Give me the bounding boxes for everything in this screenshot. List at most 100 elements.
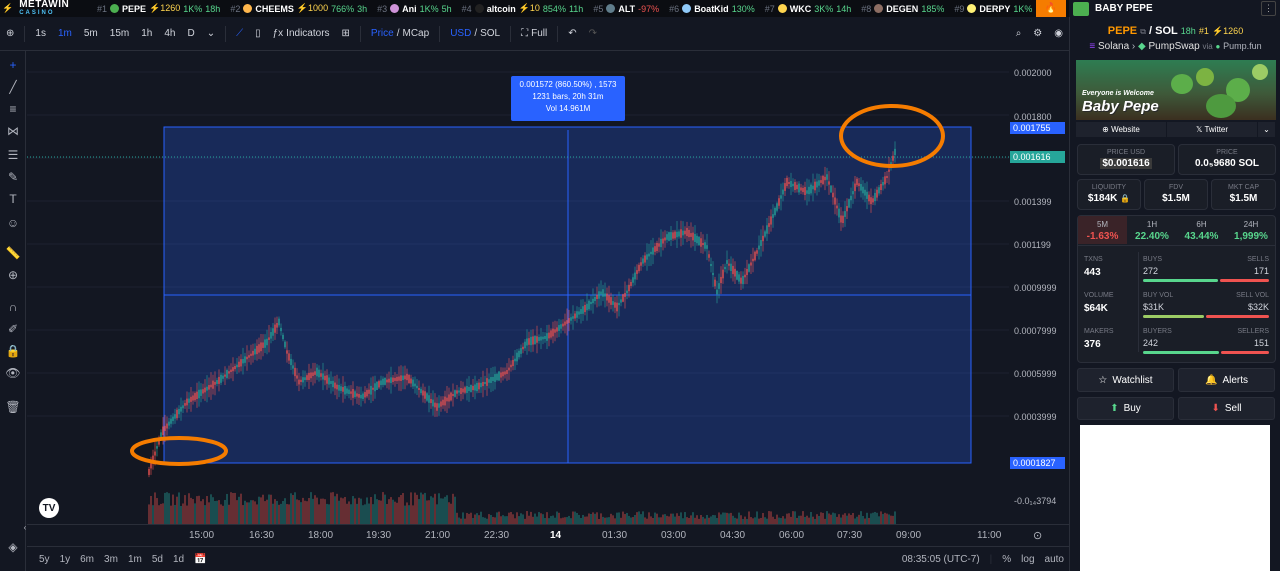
price-chart[interactable]: 0.001572 (860.50%) , 1573 1231 bars, 20h… xyxy=(27,52,1009,524)
gear-icon[interactable]: ⚙ xyxy=(1027,28,1048,39)
volume-bar xyxy=(150,495,152,524)
range-3m[interactable]: 3m xyxy=(99,554,123,565)
tradingview-logo[interactable]: TV xyxy=(39,498,59,518)
fire-icon[interactable]: 🔥 xyxy=(1036,0,1066,17)
timeframe-tab-1h[interactable]: 1H 22.40% xyxy=(1128,216,1177,244)
range-1d[interactable]: 1d xyxy=(168,554,189,565)
goto-realtime-icon[interactable]: ⊙ xyxy=(1033,529,1042,542)
trendline-icon[interactable]: ╱ xyxy=(5,79,21,95)
undo-icon[interactable]: ↶ xyxy=(562,28,582,39)
add-icon[interactable]: ⊕ xyxy=(0,28,20,39)
clock[interactable]: 08:35:05 (UTC-7) xyxy=(897,554,985,565)
auto-toggle[interactable]: auto xyxy=(1040,554,1069,565)
interval-4h[interactable]: 4h xyxy=(158,28,181,39)
dex-name[interactable]: PumpSwap xyxy=(1149,41,1200,52)
ticker-item[interactable]: #7 WKC 3K% 14h xyxy=(760,0,857,17)
candle-body xyxy=(882,181,884,186)
trade-widget[interactable] xyxy=(1080,425,1270,571)
price-axis[interactable]: 0.002000 0.001800 0.001399 0.001199 0.000999… xyxy=(1009,52,1069,524)
usd-option[interactable]: USD xyxy=(450,28,471,39)
menu-icon[interactable]: ⋮ xyxy=(1261,1,1276,16)
emoji-icon[interactable]: ☺ xyxy=(5,215,21,231)
range-1m[interactable]: 1m xyxy=(123,554,147,565)
interval-5m[interactable]: 5m xyxy=(78,28,104,39)
candles-icon[interactable]: ▯ xyxy=(249,28,267,39)
line-chart-icon[interactable]: ⟋ xyxy=(230,28,249,39)
interval-1m[interactable]: 1m xyxy=(52,28,78,39)
interval-15m[interactable]: 15m xyxy=(104,28,135,39)
crosshair-icon[interactable]: + xyxy=(5,57,21,73)
redo-icon[interactable]: ↷ xyxy=(583,28,603,39)
volume-bar xyxy=(438,493,440,524)
layers-icon[interactable]: ◈ xyxy=(5,539,21,555)
candle-body xyxy=(356,393,358,397)
zoom-icon[interactable]: ⊕ xyxy=(5,267,21,283)
ticker-item[interactable]: #1 PEPE ⚡1260 1K% 18h xyxy=(92,0,225,17)
price-option[interactable]: Price xyxy=(371,28,394,39)
lock-icon[interactable]: 🔒 xyxy=(5,343,21,359)
pattern-icon[interactable]: ⋈ xyxy=(5,123,21,139)
trash-icon[interactable]: 🗑 xyxy=(5,399,21,415)
pencil-lock-icon[interactable]: ✐ xyxy=(5,321,21,337)
timeframe-tab-5m[interactable]: 5M -1.63% xyxy=(1078,216,1127,244)
sell-button[interactable]: ⬇ Sell xyxy=(1178,397,1275,420)
watchlist-button[interactable]: ☆ Watchlist xyxy=(1077,368,1174,392)
range-6m[interactable]: 6m xyxy=(75,554,99,565)
ticker-item[interactable]: #9 DERPY 1K% xyxy=(949,0,1037,17)
eye-icon[interactable]: 👁 xyxy=(5,365,21,381)
volume-bar xyxy=(622,511,624,524)
ticker-item[interactable]: #6 BoatKid 130% xyxy=(664,0,760,17)
indicators-button[interactable]: ƒx Indicators xyxy=(267,28,336,39)
candle-body xyxy=(378,381,380,388)
log-toggle[interactable]: log xyxy=(1016,554,1039,565)
website-button[interactable]: ⊕ Website xyxy=(1076,122,1167,137)
fib-icon[interactable]: ☰ xyxy=(5,147,21,163)
percent-toggle[interactable]: % xyxy=(997,554,1016,565)
mcap-option[interactable]: MCap xyxy=(403,28,430,39)
interval-D[interactable]: D xyxy=(181,28,200,39)
text-icon[interactable]: T xyxy=(5,191,21,207)
candle-body xyxy=(278,318,280,326)
alerts-button[interactable]: 🔔 Alerts xyxy=(1178,368,1275,392)
timeframe-tab-24h[interactable]: 24H 1,999% xyxy=(1227,216,1276,244)
candle-body xyxy=(842,215,844,224)
currency-toggle[interactable]: USD / SOL xyxy=(444,28,506,39)
magnet-icon[interactable]: ∩ xyxy=(5,299,21,315)
brush-icon[interactable]: ✎ xyxy=(5,169,21,185)
layout-icon[interactable]: ⊞ xyxy=(336,28,356,39)
ticker-item[interactable]: #8 DEGEN 185% xyxy=(856,0,949,17)
ticker-item[interactable]: #4 altcoin ⚡10 854% 11h xyxy=(457,0,589,17)
camera-icon[interactable]: ◉ xyxy=(1048,28,1069,39)
launchpad-name[interactable]: Pump.fun xyxy=(1223,41,1262,51)
time-axis[interactable]: 15:00 16:30 18:00 19:30 21:00 22:30 14 01:30 03:… xyxy=(27,524,1069,546)
chain-name[interactable]: Solana xyxy=(1098,41,1129,52)
date-range-icon[interactable]: 📅 xyxy=(189,554,211,565)
indicators-label: Indicators xyxy=(286,28,330,39)
twitter-button[interactable]: 𝕏 Twitter xyxy=(1167,122,1258,137)
links-dropdown-icon[interactable]: ⌄ xyxy=(1258,122,1276,137)
liquidity-card: LIQUIDITY $184K 🔒 xyxy=(1077,179,1141,210)
interval-1h[interactable]: 1h xyxy=(135,28,158,39)
ticker-item[interactable]: #3 Ani 1K% 5h xyxy=(372,0,457,17)
price-mcap-toggle[interactable]: Price / MCap xyxy=(365,28,435,39)
base-symbol[interactable]: PEPE xyxy=(1108,25,1137,37)
range-5d[interactable]: 5d xyxy=(147,554,168,565)
ticker-item[interactable]: #2 CHEEMS ⚡1000 766% 3h xyxy=(225,0,372,17)
fullscreen-button[interactable]: ⛶ Full xyxy=(515,28,553,39)
range-5y[interactable]: 5y xyxy=(34,554,55,565)
ticker-item[interactable]: #5 ALT -97% xyxy=(588,0,664,17)
timeframe-tab-6h[interactable]: 6H 43.44% xyxy=(1177,216,1226,244)
buy-button[interactable]: ⬆ Buy xyxy=(1077,397,1174,420)
interval-dropdown-icon[interactable]: ⌄ xyxy=(201,28,221,39)
candle-body xyxy=(352,388,354,398)
copy-icon[interactable]: ⧉ xyxy=(1140,27,1146,36)
range-1y[interactable]: 1y xyxy=(55,554,76,565)
price-level-label: 0.0009999 xyxy=(1014,283,1057,293)
search-icon[interactable]: ⌕ xyxy=(1010,28,1028,39)
chart-canvas[interactable] xyxy=(27,52,1009,524)
sol-option[interactable]: SOL xyxy=(480,28,500,39)
ruler-icon[interactable]: 📏 xyxy=(5,245,21,261)
brand-logo[interactable]: ⚡ METAWIN CASINO xyxy=(0,0,92,17)
interval-1s[interactable]: 1s xyxy=(29,28,52,39)
horizontal-lines-icon[interactable]: ≡ xyxy=(5,101,21,117)
